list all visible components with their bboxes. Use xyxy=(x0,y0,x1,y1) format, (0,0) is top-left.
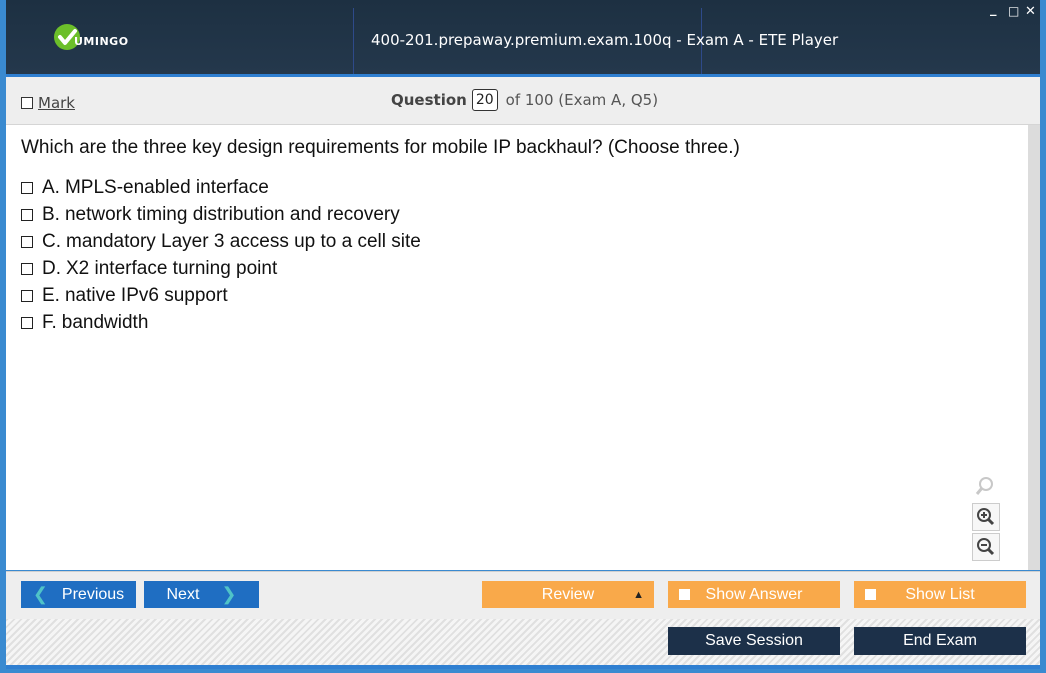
zoom-in-icon xyxy=(977,508,995,526)
close-button[interactable]: ✕ xyxy=(1025,4,1036,19)
vertical-scrollbar[interactable] xyxy=(1028,125,1040,570)
chevron-left-icon: ❮ xyxy=(32,584,48,604)
option-text: mandatory Layer 3 access up to a cell si… xyxy=(66,230,421,252)
zoom-out-icon xyxy=(977,538,995,556)
option-a[interactable]: A. MPLS-enabled interface xyxy=(21,174,421,201)
next-button[interactable]: Next ❯ xyxy=(144,581,259,608)
zoom-in-button[interactable] xyxy=(972,503,1000,531)
option-d[interactable]: D. X2 interface turning point xyxy=(21,255,421,282)
option-checkbox[interactable] xyxy=(21,316,33,329)
show-list-button[interactable]: Show List xyxy=(854,581,1026,608)
option-text: MPLS-enabled interface xyxy=(64,176,269,198)
question-navigator: Question 20 of 100 (Exam A, Q5) xyxy=(391,89,658,111)
title-separator xyxy=(353,8,354,74)
option-letter: C. xyxy=(42,230,61,252)
magnifier-icon[interactable] xyxy=(972,474,998,500)
question-toolbar: Mark Question 20 of 100 (Exam A, Q5) xyxy=(6,77,1040,125)
show-list-checkbox[interactable] xyxy=(865,589,876,600)
show-answer-checkbox[interactable] xyxy=(679,589,690,600)
option-letter: A. xyxy=(42,176,60,198)
option-b[interactable]: B. network timing distribution and recov… xyxy=(21,201,421,228)
answer-options: A. MPLS-enabled interface B. network tim… xyxy=(21,174,421,336)
maximize-button[interactable]: □ xyxy=(1008,4,1019,18)
option-checkbox[interactable] xyxy=(21,208,33,221)
option-letter: B. xyxy=(42,203,60,225)
minimize-button[interactable]: _ xyxy=(990,2,997,17)
mark-label: Mark xyxy=(38,94,75,112)
window-title: 400-201.prepaway.premium.exam.100q - Exa… xyxy=(371,31,839,49)
show-list-label: Show List xyxy=(905,585,975,603)
option-letter: E. xyxy=(42,284,60,306)
option-text: X2 interface turning point xyxy=(66,257,278,279)
review-label: Review xyxy=(541,585,595,603)
next-label: Next xyxy=(166,585,200,603)
footer-hatch: Save Session End Exam xyxy=(6,619,1040,665)
option-text: native IPv6 support xyxy=(64,284,228,306)
end-exam-button[interactable]: End Exam xyxy=(854,627,1026,655)
option-letter: D. xyxy=(42,257,61,279)
option-letter: F. xyxy=(42,311,57,333)
show-answer-label: Show Answer xyxy=(705,585,803,603)
review-button[interactable]: Review ▲ xyxy=(482,581,654,608)
navigation-bar: ❮ Previous Next ❯ Review ▲ Show Answer S… xyxy=(6,571,1040,619)
mark-checkbox-box[interactable] xyxy=(21,97,33,109)
vumingo-logo: UMINGO xyxy=(52,22,172,56)
mark-checkbox[interactable]: Mark xyxy=(21,94,75,112)
logo-text: UMINGO xyxy=(74,35,129,48)
zoom-out-button[interactable] xyxy=(972,533,1000,561)
question-number-input[interactable]: 20 xyxy=(471,89,498,111)
option-checkbox[interactable] xyxy=(21,235,33,248)
option-checkbox[interactable] xyxy=(21,181,33,194)
title-bar: UMINGO 400-201.prepaway.premium.exam.100… xyxy=(6,0,1040,77)
app-window: UMINGO 400-201.prepaway.premium.exam.100… xyxy=(0,0,1046,673)
show-answer-button[interactable]: Show Answer xyxy=(668,581,840,608)
bottom-border xyxy=(6,665,1040,669)
triangle-up-icon[interactable]: ▲ xyxy=(633,589,644,601)
chevron-right-icon: ❯ xyxy=(221,584,237,604)
option-e[interactable]: E. native IPv6 support xyxy=(21,282,421,309)
question-label: Question xyxy=(391,91,467,109)
question-total: of 100 (Exam A, Q5) xyxy=(505,91,659,109)
option-c[interactable]: C. mandatory Layer 3 access up to a cell… xyxy=(21,228,421,255)
previous-label: Previous xyxy=(61,585,125,603)
option-f[interactable]: F. bandwidth xyxy=(21,309,421,336)
question-text: Which are the three key design requireme… xyxy=(21,137,740,158)
option-checkbox[interactable] xyxy=(21,289,33,302)
previous-button[interactable]: ❮ Previous xyxy=(21,581,136,608)
option-checkbox[interactable] xyxy=(21,262,33,275)
question-panel: Which are the three key design requireme… xyxy=(6,125,1028,570)
save-session-button[interactable]: Save Session xyxy=(668,627,840,655)
option-text: bandwidth xyxy=(61,311,149,333)
option-text: network timing distribution and recovery xyxy=(64,203,400,225)
